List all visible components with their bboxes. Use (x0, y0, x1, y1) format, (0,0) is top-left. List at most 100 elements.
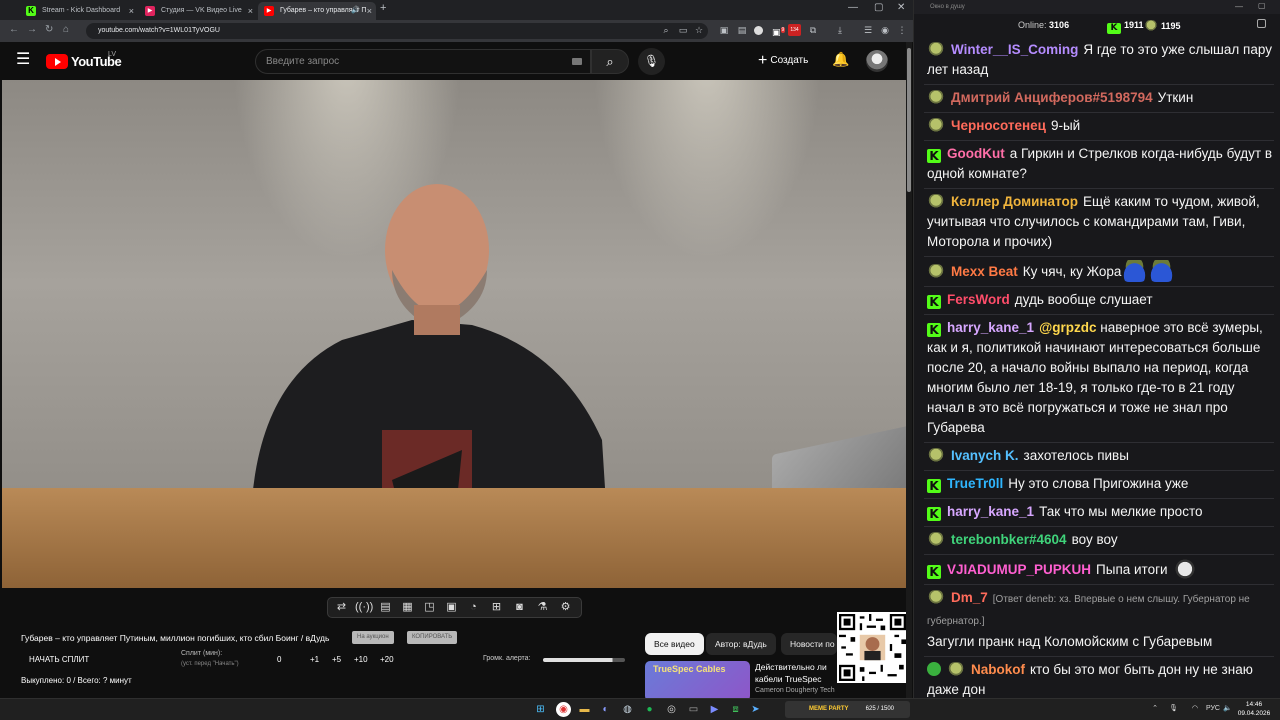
camera-icon[interactable]: ◙ (511, 600, 528, 615)
volume-icon[interactable]: 🔈 (1223, 704, 1232, 712)
chevron-up-icon[interactable]: ⌃ (1152, 704, 1158, 712)
extension-icon[interactable]: ▣9 (772, 24, 786, 37)
chat-username[interactable]: Winter__IS_Coming (951, 42, 1078, 57)
search-button[interactable]: ⌕ (591, 49, 629, 74)
voice-search-button[interactable]: 🎙 (638, 48, 665, 75)
speaker-icon[interactable]: 🔊 (351, 2, 360, 20)
alert-volume-slider[interactable] (543, 658, 625, 662)
new-tab-button[interactable]: + (380, 2, 386, 14)
cast-icon[interactable]: ▭ (677, 24, 689, 36)
settings-square-icon[interactable] (1257, 19, 1266, 28)
app-icon[interactable]: ⧈ (728, 702, 743, 717)
chrome-icon[interactable]: ◉ (556, 702, 571, 717)
profile-icon[interactable]: ◉ (879, 24, 891, 36)
close-icon[interactable]: × (367, 2, 372, 20)
chat-username[interactable]: Nabokof (971, 662, 1025, 677)
close-icon[interactable]: × (248, 2, 253, 20)
reload-icon[interactable]: ↻ (45, 24, 53, 35)
chat-username[interactable]: Келлер Доминатор (951, 194, 1078, 209)
back-icon[interactable]: ← (9, 24, 19, 35)
repeat-icon[interactable]: ⇄ (333, 600, 350, 615)
recommendation-title[interactable]: Действительно ли кабели TrueSpec хороши? (755, 661, 835, 687)
file-explorer-icon[interactable]: ▬ (577, 702, 592, 717)
subtitles-icon[interactable]: ▣ (443, 600, 460, 615)
create-button[interactable]: + Создать (758, 50, 808, 72)
scrollbar-thumb[interactable] (907, 48, 911, 192)
chat-username[interactable]: terebonbker#4604 (951, 532, 1067, 547)
discord-icon[interactable]: ◐ (598, 702, 613, 717)
chat-username[interactable]: VJIADUMUP_PUPKUH (947, 562, 1091, 577)
close-window-button[interactable]: ✕ (897, 2, 905, 13)
split-add-5-button[interactable]: +5 (332, 655, 341, 664)
chat-username[interactable]: Черносотенец (951, 118, 1046, 133)
chat-username[interactable]: Mexx Beat (951, 264, 1018, 279)
tab-kick-dashboard[interactable]: K Stream - Kick Dashboard × (20, 2, 138, 20)
bookmark-star-icon[interactable]: ☆ (693, 24, 705, 36)
chat-username[interactable]: FersWord (947, 292, 1010, 307)
wifi-icon[interactable]: ◠ (1192, 704, 1198, 712)
spotify-icon[interactable]: ● (642, 702, 657, 717)
keyboard-icon[interactable] (572, 58, 582, 65)
tab-vk-studio[interactable]: ▶ Студия — VK Видео Live × (139, 2, 257, 20)
split-add-10-button[interactable]: +10 (354, 655, 368, 664)
filter-chip-news[interactable]: Новости по (781, 633, 837, 655)
meme-party-widget[interactable]: MEME PARTY 625 / 1500 (785, 701, 910, 718)
avatar[interactable] (866, 50, 888, 72)
pip-icon[interactable]: ◳ (421, 600, 438, 615)
forward-icon[interactable]: → (27, 24, 37, 35)
chat-username[interactable]: Дмитрий Анциферов#5198794 (951, 90, 1153, 105)
steam-icon[interactable]: ◍ (620, 702, 635, 717)
home-icon[interactable]: ⌂ (63, 24, 69, 35)
reading-list-icon[interactable]: ☰ (862, 24, 874, 36)
film-icon[interactable]: ▦ (399, 600, 416, 615)
chat-username[interactable]: harry_kane_1 (947, 320, 1034, 335)
app-icon[interactable]: ◎ (664, 702, 679, 717)
extension-icon[interactable] (754, 26, 763, 35)
video-player[interactable] (2, 80, 906, 588)
add-icon[interactable]: ⊞ (488, 600, 505, 615)
split-add-20-button[interactable]: +20 (380, 655, 394, 664)
speed-icon[interactable]: ◔ (465, 600, 482, 615)
chat-username[interactable]: Ivanych K. (951, 448, 1019, 463)
zoom-icon[interactable]: ⌕ (660, 24, 672, 36)
maximize-button[interactable]: ▢ (874, 2, 883, 13)
copy-button[interactable]: КОПИРОВАТЬ (407, 631, 458, 644)
minimize-button[interactable]: — (848, 2, 858, 13)
chat-username[interactable]: harry_kane_1 (947, 504, 1034, 519)
hamburger-menu-icon[interactable]: ☰ (16, 51, 32, 69)
auction-button[interactable]: На аукцион (352, 631, 394, 644)
language-indicator[interactable]: РУС (1206, 705, 1220, 712)
minimize-button[interactable]: — (1235, 2, 1243, 11)
microphone-icon[interactable]: 🎙 (1169, 704, 1178, 712)
maximize-button[interactable]: ▢ (1258, 1, 1266, 10)
chat-mention[interactable]: @grpzdc (1039, 320, 1096, 335)
tab-youtube-video[interactable]: ▶ Губарев – кто управляет П 🔊 × (258, 2, 376, 20)
chat-username[interactable]: TrueTr0ll (947, 476, 1003, 491)
chat-username[interactable]: Dm_7 (951, 590, 988, 605)
extension-icon[interactable]: ▤ (736, 24, 748, 36)
app-icon[interactable]: ▶ (707, 702, 722, 717)
recommendation-thumbnail[interactable]: TrueSpec Cables (645, 661, 750, 701)
app-icon[interactable]: ▭ (686, 702, 701, 717)
more-menu-icon[interactable]: ⋮ (896, 24, 908, 36)
filter-chip-all[interactable]: Все видео (645, 633, 704, 655)
clock[interactable]: 14:46 09.04.2026 (1234, 701, 1274, 718)
playlist-icon[interactable]: ▤ (377, 600, 394, 615)
lab-icon[interactable]: ⚗ (534, 600, 551, 615)
telegram-icon[interactable]: ➤ (748, 702, 763, 717)
chat-username[interactable]: GoodKut (947, 146, 1005, 161)
recommendation-channel[interactable]: Cameron Dougherty Tech (755, 687, 835, 694)
split-add-1-button[interactable]: +1 (310, 655, 319, 664)
close-icon[interactable]: × (129, 2, 134, 20)
notifications-bell-icon[interactable]: 🔔 (832, 51, 849, 68)
start-split-button[interactable]: НАЧАТЬ СПЛИТ (29, 655, 89, 664)
search-input[interactable]: Введите запрос (255, 49, 591, 74)
extension-badge-icon[interactable]: 134 (788, 24, 801, 36)
windows-start-icon[interactable]: ⊞ (533, 702, 548, 717)
settings-icon[interactable]: ⚙ (557, 600, 574, 615)
filter-chip-author[interactable]: Автор: вДудь (706, 633, 776, 655)
download-icon[interactable]: ⤓ (834, 24, 846, 36)
extension-icon[interactable]: ▣ (718, 24, 730, 36)
broadcast-icon[interactable]: ((·)) (355, 600, 373, 615)
url-field[interactable]: youtube.com/watch?v=1WL01TyVOGU (86, 23, 708, 39)
